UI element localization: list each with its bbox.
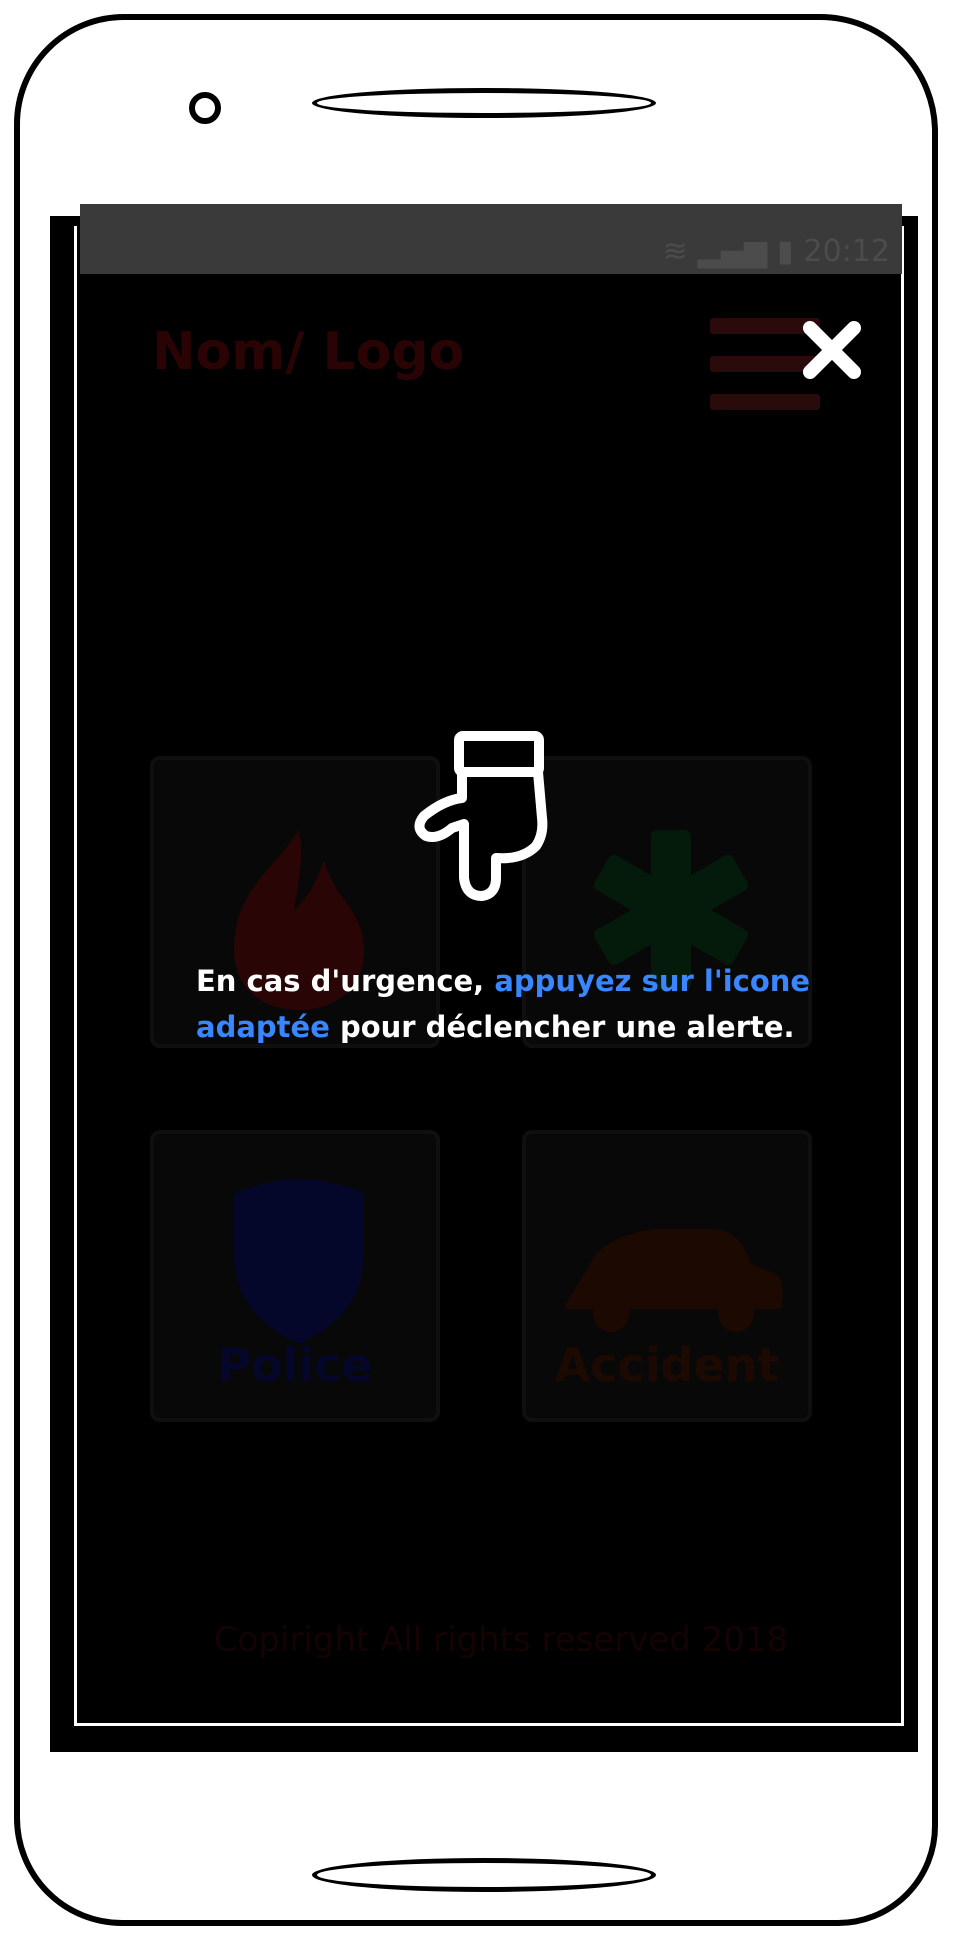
tile-accident[interactable]: Accident [522,1130,812,1422]
close-icon[interactable] [800,318,864,382]
camera-icon [189,92,221,124]
tile-police[interactable]: Police [150,1130,440,1422]
signal-icon: ▂▄▆ [697,234,768,269]
tip-text-part2: pour déclencher une alerte. [329,1010,795,1044]
wifi-icon: ≋ [662,234,688,269]
tip-text-part1: En cas d'urgence, [196,964,495,998]
tip-text: En cas d'urgence, appuyez sur l'icone ad… [196,958,816,1050]
status-time: 20:12 [803,234,890,269]
tile-label-accident: Accident [554,1338,780,1392]
tile-label-police: Police [217,1338,373,1392]
app-logo: Nom/ Logo [152,322,465,382]
battery-icon: ▮ [777,234,794,269]
pointing-hand-icon [414,731,548,901]
copyright-text: Copiright All rights reserved 2018 [213,1620,789,1660]
speaker-grille [312,88,656,118]
home-button[interactable] [312,1858,656,1892]
status-bar: ≋ ▂▄▆ ▮ 20:12 [80,204,902,274]
